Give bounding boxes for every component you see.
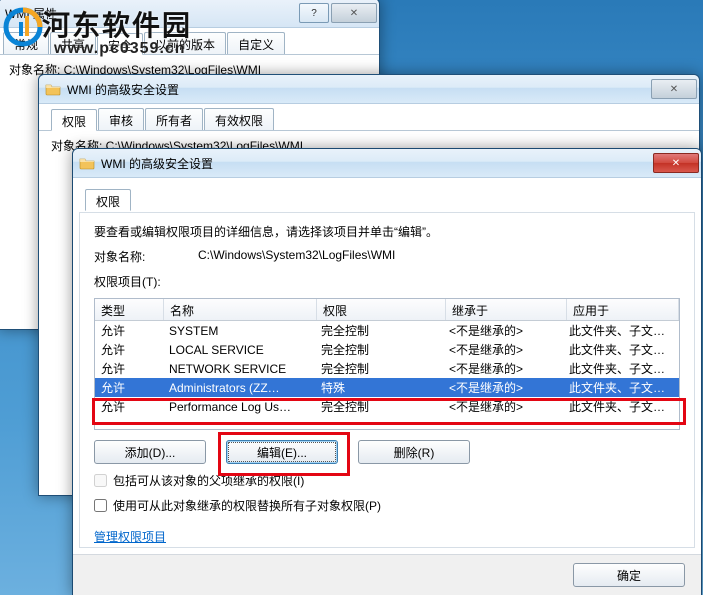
cell-inherit: <不是继承的> xyxy=(443,379,563,396)
folder-icon xyxy=(79,155,95,171)
tab-auditing[interactable]: 审核 xyxy=(98,108,144,130)
cell-inherit: <不是继承的> xyxy=(443,398,563,415)
col-inherit[interactable]: 继承于 xyxy=(446,299,567,320)
cell-inherit: <不是继承的> xyxy=(443,322,563,339)
cell-perm: 完全控制 xyxy=(315,360,443,377)
cell-name: SYSTEM xyxy=(163,324,315,338)
cell-type: 允许 xyxy=(95,379,163,396)
tabstrip: 常规 共享 安全 以前的版本 自定义 xyxy=(0,28,379,55)
folder-icon xyxy=(45,81,61,97)
cell-apply: 此文件夹、子文件夹… xyxy=(563,398,679,415)
window-title: WMI 属性 xyxy=(5,5,297,22)
cell-inherit: <不是继承的> xyxy=(443,360,563,377)
tabstrip: 权限 审核 所有者 有效权限 xyxy=(39,104,699,131)
help-button[interactable]: ? xyxy=(299,3,329,23)
close-button[interactable]: ✕ xyxy=(651,79,697,99)
cell-type: 允许 xyxy=(95,341,163,358)
cell-apply: 此文件夹、子文件夹… xyxy=(563,360,679,377)
object-name-value: C:\Windows\System32\LogFiles\WMI xyxy=(198,248,680,265)
tab-owner[interactable]: 所有者 xyxy=(145,108,203,130)
titlebar[interactable]: WMI 的高级安全设置 ✕ xyxy=(73,149,701,178)
cell-type: 允许 xyxy=(95,398,163,415)
tab-permissions[interactable]: 权限 xyxy=(51,109,97,131)
remove-button[interactable]: 删除(R) xyxy=(358,440,470,464)
ok-button[interactable]: 确定 xyxy=(573,563,685,587)
cell-perm: 完全控制 xyxy=(315,398,443,415)
cell-inherit: <不是继承的> xyxy=(443,341,563,358)
tab-effective[interactable]: 有效权限 xyxy=(204,108,274,130)
permission-row[interactable]: 允许LOCAL SERVICE完全控制<不是继承的>此文件夹、子文件夹… xyxy=(95,340,679,359)
close-button[interactable]: ✕ xyxy=(653,153,699,173)
tab-permissions[interactable]: 权限 xyxy=(85,189,131,211)
permission-row[interactable]: 允许NETWORK SERVICE完全控制<不是继承的>此文件夹、子文件夹… xyxy=(95,359,679,378)
titlebar[interactable]: WMI 的高级安全设置 ✕ xyxy=(39,75,699,104)
col-name[interactable]: 名称 xyxy=(164,299,317,320)
permission-row[interactable]: 允许Administrators (ZZ…特殊<不是继承的>此文件夹、子文件夹… xyxy=(95,378,679,397)
tabstrip: 权限 xyxy=(73,184,701,210)
checkbox-replace-child[interactable] xyxy=(94,499,107,512)
permission-row[interactable]: 允许Performance Log Us…完全控制<不是继承的>此文件夹、子文件… xyxy=(95,397,679,416)
checkbox-include-inheritable[interactable] xyxy=(94,474,107,487)
tab-security[interactable]: 安全 xyxy=(97,33,143,55)
cell-apply: 此文件夹、子文件夹… xyxy=(563,341,679,358)
checkbox-include-inheritable-label: 包括可从该对象的父项继承的权限(I) xyxy=(113,472,304,489)
dialog-button-bar: 确定 xyxy=(73,554,701,595)
cell-name: NETWORK SERVICE xyxy=(163,362,315,376)
close-button[interactable]: ✕ xyxy=(331,3,377,23)
edit-button[interactable]: 编辑(E)... xyxy=(226,440,338,464)
add-button[interactable]: 添加(D)... xyxy=(94,440,206,464)
list-label: 权限项目(T): xyxy=(94,273,680,290)
cell-perm: 完全控制 xyxy=(315,322,443,339)
col-perm[interactable]: 权限 xyxy=(317,299,446,320)
cell-apply: 此文件夹、子文件夹… xyxy=(563,322,679,339)
instruction-text: 要查看或编辑权限项目的详细信息，请选择该项目并单击“编辑”。 xyxy=(94,223,680,240)
cell-perm: 完全控制 xyxy=(315,341,443,358)
cell-type: 允许 xyxy=(95,322,163,339)
cell-name: Performance Log Us… xyxy=(163,400,315,414)
window-advanced-security-2: WMI 的高级安全设置 ✕ 权限 要查看或编辑权限项目的详细信息，请选择该项目并… xyxy=(72,148,702,595)
cell-type: 允许 xyxy=(95,360,163,377)
cell-perm: 特殊 xyxy=(315,379,443,396)
tab-general[interactable]: 常规 xyxy=(3,32,49,54)
window-title: WMI 的高级安全设置 xyxy=(67,81,649,98)
checkbox-replace-child-label: 使用可从此对象继承的权限替换所有子对象权限(P) xyxy=(113,497,381,514)
col-apply[interactable]: 应用于 xyxy=(567,299,679,320)
permission-listview[interactable]: 类型 名称 权限 继承于 应用于 允许SYSTEM完全控制<不是继承的>此文件夹… xyxy=(94,298,680,430)
listview-header: 类型 名称 权限 继承于 应用于 xyxy=(95,299,679,321)
col-type[interactable]: 类型 xyxy=(95,299,164,320)
cell-name: Administrators (ZZ… xyxy=(163,381,315,395)
cell-apply: 此文件夹、子文件夹… xyxy=(563,379,679,396)
tab-previous[interactable]: 以前的版本 xyxy=(144,32,226,54)
titlebar[interactable]: WMI 属性 ? ✕ xyxy=(0,0,379,28)
tab-sharing[interactable]: 共享 xyxy=(50,32,96,54)
tab-panel-permissions: 要查看或编辑权限项目的详细信息，请选择该项目并单击“编辑”。 对象名称: C:\… xyxy=(79,212,695,548)
permission-row[interactable]: 允许SYSTEM完全控制<不是继承的>此文件夹、子文件夹… xyxy=(95,321,679,340)
cell-name: LOCAL SERVICE xyxy=(163,343,315,357)
object-name-label: 对象名称: xyxy=(94,248,174,265)
tab-custom[interactable]: 自定义 xyxy=(227,32,285,54)
manage-permissions-link[interactable]: 管理权限项目 xyxy=(94,530,166,544)
window-title: WMI 的高级安全设置 xyxy=(101,155,651,172)
